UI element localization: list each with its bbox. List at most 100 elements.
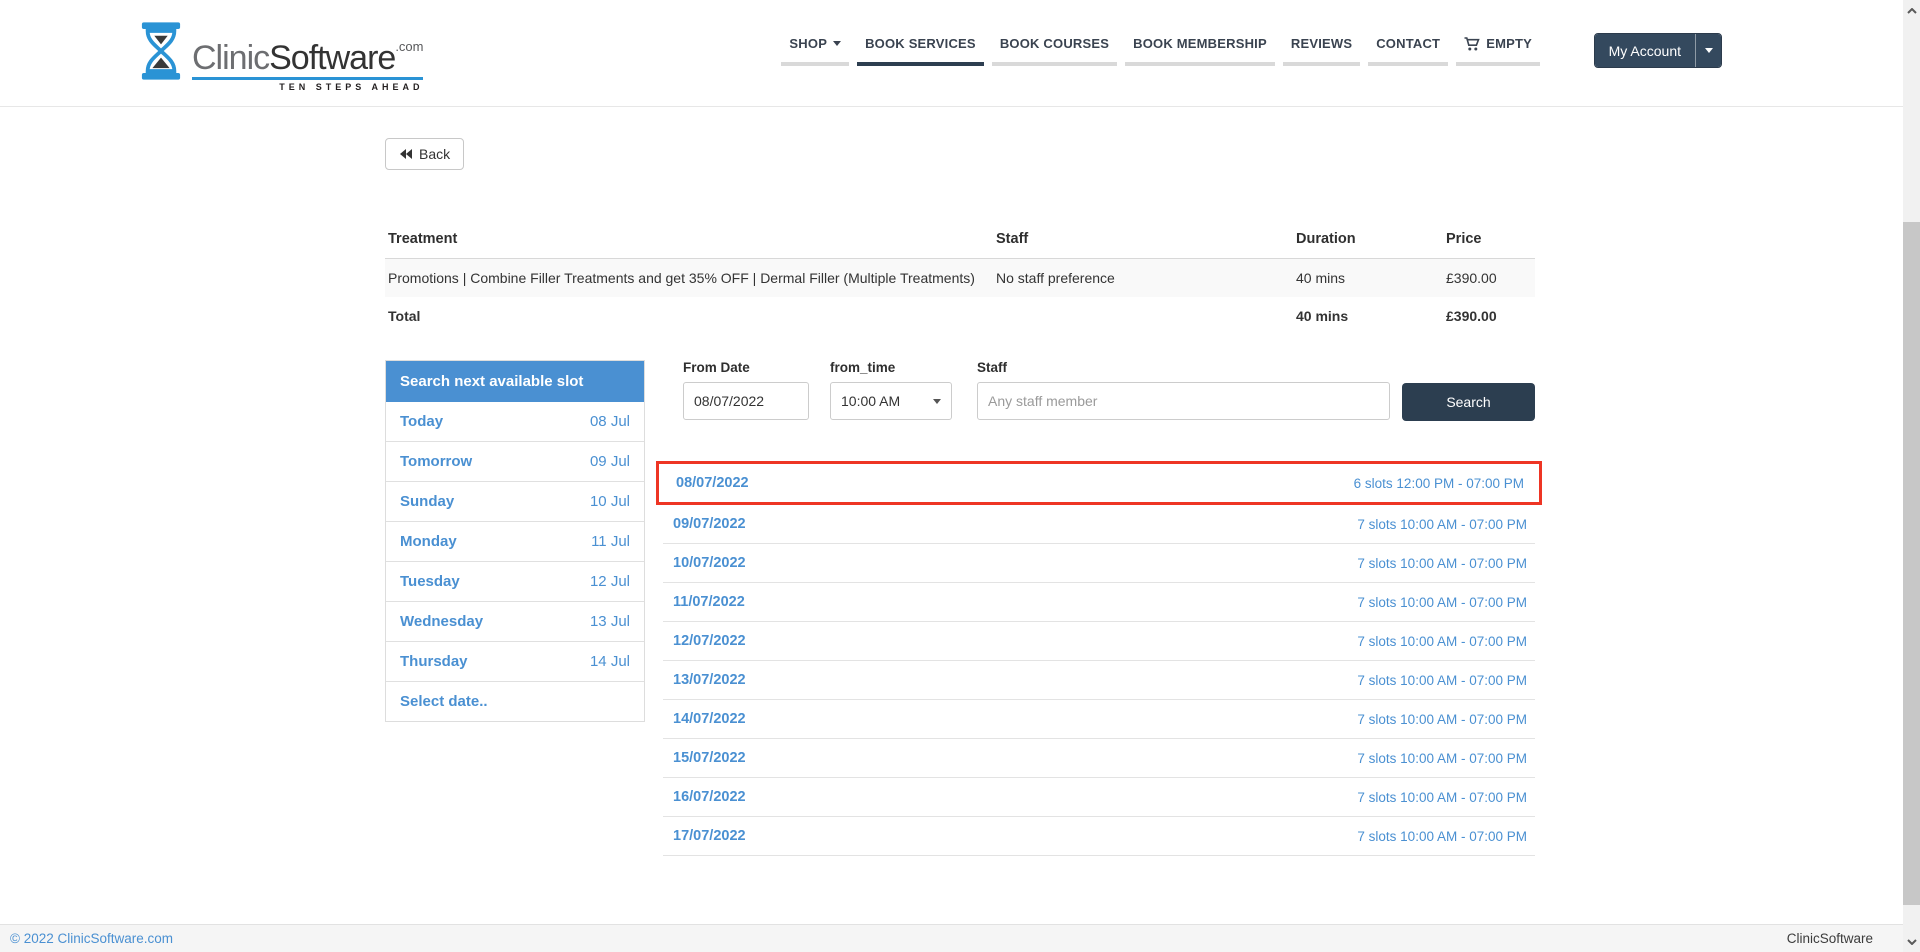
availability-slots: 7 slots 10:00 AM - 07:00 PM	[1357, 712, 1527, 727]
search-button[interactable]: Search	[1402, 383, 1535, 421]
staff-cell: No staff preference	[993, 259, 1293, 298]
sidebar-item-monday[interactable]: Monday 11 Jul	[386, 522, 644, 562]
availability-slots: 7 slots 10:00 AM - 07:00 PM	[1357, 790, 1527, 805]
sidebar-item-today[interactable]: Today 08 Jul	[386, 402, 644, 442]
my-account-dropdown-toggle[interactable]	[1695, 34, 1721, 67]
availability-date[interactable]: 10/07/2022	[673, 555, 746, 571]
availability-row[interactable]: 11/07/2022 7 slots 10:00 AM - 07:00 PM	[663, 583, 1535, 622]
nav-underline	[1283, 62, 1360, 66]
nav-item-book-membership[interactable]: BOOK MEMBERSHIP	[1127, 36, 1273, 66]
sidebar-item-wednesday[interactable]: Wednesday 13 Jul	[386, 602, 644, 642]
nav-item-book-courses[interactable]: BOOK COURSES	[994, 36, 1115, 66]
availability-date[interactable]: 08/07/2022	[676, 475, 749, 491]
availability-row[interactable]: 10/07/2022 7 slots 10:00 AM - 07:00 PM	[663, 544, 1535, 583]
quick-item-label: Today	[400, 413, 443, 430]
availability-date[interactable]: 15/07/2022	[673, 750, 746, 766]
logo-brand-part1: Clinic	[192, 39, 269, 77]
vertical-scrollbar[interactable]	[1903, 0, 1920, 952]
from-time-select[interactable]: 10:00 AM	[830, 382, 952, 420]
nav-item-book-services[interactable]: BOOK SERVICES	[859, 36, 982, 66]
main-nav: SHOP BOOK SERVICES BOOK COURSES BOOK MEM…	[777, 36, 1544, 66]
scroll-down-arrow-icon[interactable]	[1903, 933, 1920, 950]
nav-item-contact[interactable]: CONTACT	[1370, 36, 1446, 66]
nav-reviews-label: REVIEWS	[1291, 36, 1352, 51]
chevron-down-icon	[933, 399, 941, 404]
quick-item-label: Select date..	[400, 693, 488, 710]
staff-input[interactable]	[977, 382, 1390, 420]
nav-item-cart-empty[interactable]: EMPTY	[1458, 36, 1538, 66]
rewind-back-icon	[399, 148, 413, 160]
col-header-price: Price	[1443, 220, 1535, 259]
quick-item-date: 08 Jul	[590, 413, 630, 430]
quick-slot-panel: Search next available slot Today 08 Jul …	[385, 360, 645, 722]
availability-slots: 6 slots 12:00 PM - 07:00 PM	[1354, 476, 1524, 491]
availability-row[interactable]: 13/07/2022 7 slots 10:00 AM - 07:00 PM	[663, 661, 1535, 700]
scrollbar-thumb[interactable]	[1903, 222, 1920, 905]
scroll-up-arrow-icon[interactable]	[1903, 2, 1920, 19]
treatment-cell: Promotions | Combine Filler Treatments a…	[385, 259, 993, 298]
availability-date[interactable]: 14/07/2022	[673, 711, 746, 727]
total-duration: 40 mins	[1293, 297, 1443, 335]
availability-row-selected[interactable]: 08/07/2022 6 slots 12:00 PM - 07:00 PM	[656, 461, 1542, 505]
back-button[interactable]: Back	[385, 138, 464, 170]
quick-item-label: Monday	[400, 533, 457, 550]
total-label: Total	[385, 297, 993, 335]
col-header-staff: Staff	[993, 220, 1293, 259]
nav-book-services-label: BOOK SERVICES	[865, 36, 976, 51]
footer-copyright-link[interactable]: © 2022 ClinicSoftware.com	[10, 931, 173, 946]
availability-row[interactable]: 15/07/2022 7 slots 10:00 AM - 07:00 PM	[663, 739, 1535, 778]
footer-brand: ClinicSoftware	[1787, 931, 1873, 946]
chevron-down-icon	[1705, 48, 1713, 53]
availability-row[interactable]: 09/07/2022 7 slots 10:00 AM - 07:00 PM	[663, 505, 1535, 544]
sidebar-item-select-date[interactable]: Select date..	[386, 682, 644, 721]
nav-shop-label: SHOP	[789, 36, 827, 51]
availability-row[interactable]: 14/07/2022 7 slots 10:00 AM - 07:00 PM	[663, 700, 1535, 739]
from-date-label: From Date	[683, 360, 809, 375]
availability-date[interactable]: 16/07/2022	[673, 789, 746, 805]
sidebar-item-thursday[interactable]: Thursday 14 Jul	[386, 642, 644, 682]
col-header-duration: Duration	[1293, 220, 1443, 259]
availability-slots: 7 slots 10:00 AM - 07:00 PM	[1357, 517, 1527, 532]
nav-underline	[1125, 62, 1275, 66]
quick-slot-panel-title: Search next available slot	[386, 361, 644, 402]
nav-book-membership-label: BOOK MEMBERSHIP	[1133, 36, 1267, 51]
availability-row[interactable]: 12/07/2022 7 slots 10:00 AM - 07:00 PM	[663, 622, 1535, 661]
sidebar-item-tuesday[interactable]: Tuesday 12 Jul	[386, 562, 644, 602]
main-content: Back Treatment Staff Duration Price Prom…	[375, 107, 1545, 856]
sidebar-item-tomorrow[interactable]: Tomorrow 09 Jul	[386, 442, 644, 482]
chevron-down-icon	[833, 41, 841, 46]
quick-item-label: Sunday	[400, 493, 454, 510]
availability-date[interactable]: 09/07/2022	[673, 516, 746, 532]
my-account-button[interactable]: My Account	[1595, 34, 1695, 67]
clinicsoftware-logo[interactable]: ClinicSoftware.com TEN STEPS AHEAD	[140, 22, 423, 92]
quick-item-date: 12 Jul	[590, 573, 630, 590]
quick-item-date: 11 Jul	[591, 533, 630, 550]
nav-book-courses-label: BOOK COURSES	[1000, 36, 1109, 51]
sidebar-item-sunday[interactable]: Sunday 10 Jul	[386, 482, 644, 522]
logo-tld: .com	[395, 39, 423, 54]
availability-date[interactable]: 13/07/2022	[673, 672, 746, 688]
availability-date[interactable]: 11/07/2022	[673, 594, 745, 610]
nav-underline	[1368, 62, 1448, 66]
availability-search-form: From Date from_time 10:00 AM Staff Searc…	[663, 360, 1535, 421]
quick-item-date: 09 Jul	[590, 453, 630, 470]
availability-date[interactable]: 17/07/2022	[673, 828, 746, 844]
nav-item-shop[interactable]: SHOP	[783, 36, 847, 66]
availability-date[interactable]: 12/07/2022	[673, 633, 746, 649]
availability-slots: 7 slots 10:00 AM - 07:00 PM	[1357, 829, 1527, 844]
nav-underline	[1456, 62, 1540, 66]
page-footer: © 2022 ClinicSoftware.com ClinicSoftware	[0, 924, 1903, 952]
quick-item-date: 14 Jul	[590, 653, 630, 670]
table-row: Promotions | Combine Filler Treatments a…	[385, 259, 1535, 298]
quick-item-date: 10 Jul	[590, 493, 630, 510]
from-time-label: from_time	[830, 360, 952, 375]
quick-item-label: Thursday	[400, 653, 468, 670]
availability-row[interactable]: 16/07/2022 7 slots 10:00 AM - 07:00 PM	[663, 778, 1535, 817]
table-total-row: Total 40 mins £390.00	[385, 297, 1535, 335]
availability-row[interactable]: 17/07/2022 7 slots 10:00 AM - 07:00 PM	[663, 817, 1535, 856]
nav-underline-active	[857, 62, 984, 66]
nav-contact-label: CONTACT	[1376, 36, 1440, 51]
price-cell: £390.00	[1443, 259, 1535, 298]
nav-item-reviews[interactable]: REVIEWS	[1285, 36, 1358, 66]
from-date-input[interactable]	[683, 382, 809, 420]
